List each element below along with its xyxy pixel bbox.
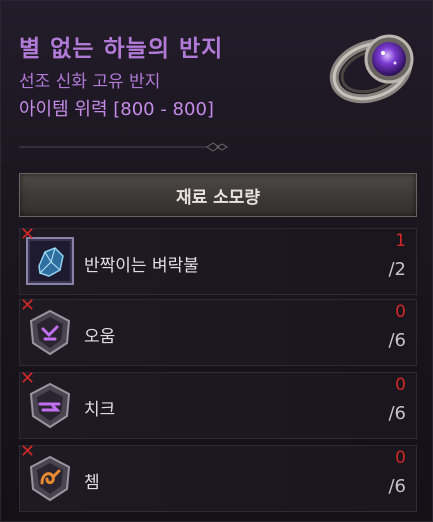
- material-required: /2: [388, 259, 406, 280]
- material-owned: 0: [395, 302, 406, 322]
- material-name: 반짝이는 벼락불: [84, 256, 199, 276]
- material-row-1[interactable]: ✕ 반짝이는 벼락불 1 /2: [19, 224, 417, 295]
- material-owned: 0: [395, 375, 406, 395]
- item-type: 선조 신화 고유 반지: [19, 72, 161, 92]
- missing-mark-icon: ✕: [20, 295, 36, 316]
- missing-mark-icon: ✕: [20, 224, 36, 245]
- material-name: 오움: [84, 327, 116, 347]
- material-owned: 0: [395, 448, 406, 468]
- material-row-4[interactable]: ✕ 쳄 0 /6: [19, 441, 417, 512]
- material-row-3[interactable]: ✕ 치크 0 /6: [19, 368, 417, 439]
- missing-mark-icon: ✕: [20, 368, 36, 389]
- material-name: 쳄: [84, 473, 100, 493]
- item-title: 별 없는 하늘의 반지: [19, 36, 224, 62]
- material-owned: 1: [395, 231, 406, 251]
- divider-ornament: [19, 142, 228, 152]
- material-name: 치크: [84, 400, 116, 420]
- missing-mark-icon: ✕: [20, 441, 36, 462]
- ring-icon: [329, 34, 414, 104]
- material-required: /6: [388, 476, 406, 497]
- item-tooltip-panel: 별 없는 하늘의 반지 선조 신화 고유 반지 아이템 위력 [800 - 80…: [0, 0, 433, 522]
- material-required: /6: [388, 403, 406, 424]
- materials-header-label: 재료 소모량: [175, 187, 261, 208]
- material-row-2[interactable]: ✕ 오움 0 /6: [19, 295, 417, 366]
- material-required: /6: [388, 330, 406, 351]
- materials-header: 재료 소모량: [19, 173, 417, 217]
- item-power: 아이템 위력 [800 - 800]: [19, 99, 214, 120]
